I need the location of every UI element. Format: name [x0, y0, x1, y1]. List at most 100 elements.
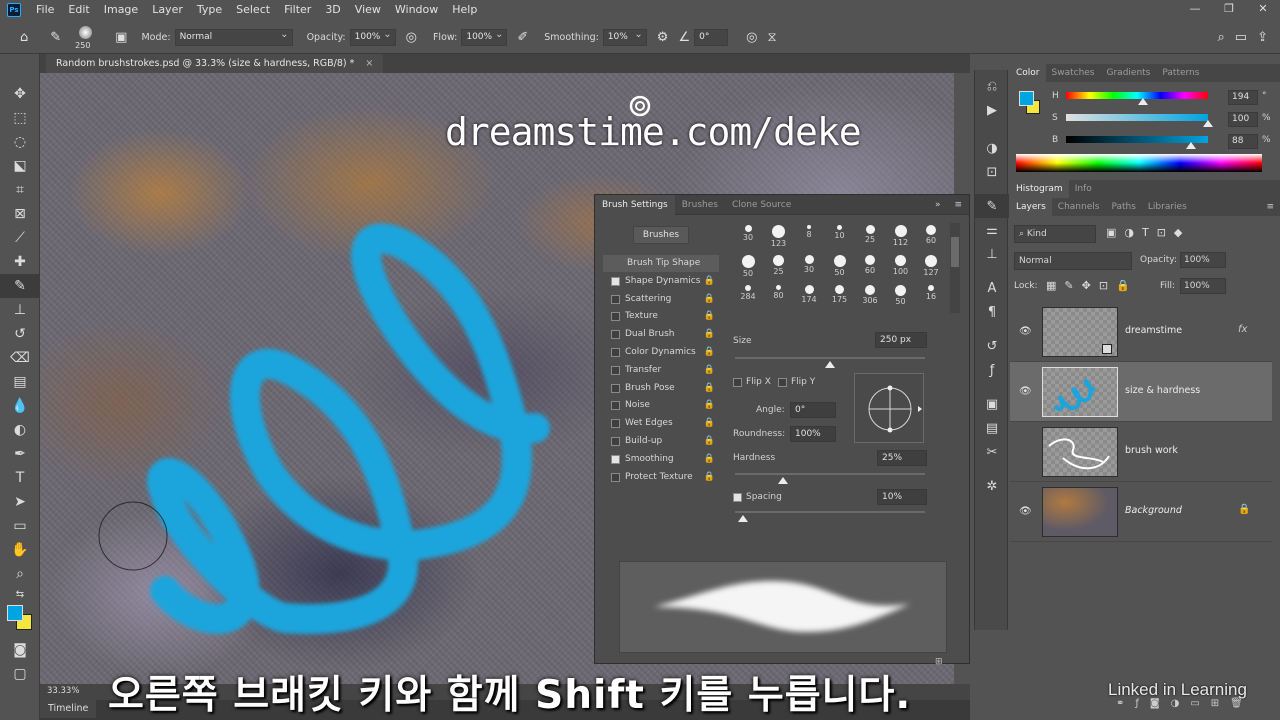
- brush-option-color-dynamics[interactable]: Color Dynamics 🔒: [603, 344, 719, 361]
- brush-preset[interactable]: 30: [794, 252, 824, 282]
- brush-preset[interactable]: 10: [825, 222, 855, 252]
- checkbox[interactable]: [611, 419, 620, 429]
- menu-layer[interactable]: Layer: [145, 0, 190, 20]
- lock-icon[interactable]: 🔒: [704, 308, 715, 325]
- lock-icon[interactable]: 🔒: [704, 469, 715, 486]
- panel-menu-icon[interactable]: ≡: [947, 195, 969, 215]
- brush-preset[interactable]: 306: [855, 282, 885, 312]
- foreground-color-swatch[interactable]: [7, 605, 23, 621]
- brush-preset[interactable]: 50: [825, 252, 855, 282]
- checkbox[interactable]: [611, 294, 620, 304]
- blend-mode-select[interactable]: Normal: [1014, 252, 1132, 270]
- screen-mode-icon[interactable]: ▢: [0, 662, 40, 686]
- workspace-icon[interactable]: ▭: [1235, 30, 1247, 45]
- tab-paths[interactable]: Paths: [1105, 198, 1141, 216]
- layers-menu-icon[interactable]: ≡: [1260, 198, 1280, 216]
- flip-x-checkbox[interactable]: [733, 378, 742, 387]
- quick-selection-tool-icon[interactable]: ⬕: [0, 154, 40, 178]
- history-panel-icon[interactable]: ↺: [975, 334, 1009, 358]
- checkbox[interactable]: [611, 312, 620, 322]
- search-icon[interactable]: ⌕: [1218, 30, 1225, 45]
- menu-image[interactable]: Image: [97, 0, 145, 20]
- menu-window[interactable]: Window: [388, 0, 445, 20]
- menu-filter[interactable]: Filter: [277, 0, 318, 20]
- brush-preset[interactable]: 284: [733, 282, 763, 312]
- brush-tool-icon[interactable]: ✎: [50, 30, 61, 45]
- mode-select[interactable]: Normal: [174, 27, 293, 46]
- menu-edit[interactable]: Edit: [61, 0, 96, 20]
- brush-preset[interactable]: 175: [825, 282, 855, 312]
- history-brush-tool-icon[interactable]: ↺: [0, 322, 40, 346]
- brush-preset[interactable]: 50: [733, 252, 763, 282]
- hardness-slider-handle[interactable]: [777, 477, 788, 484]
- healing-brush-tool-icon[interactable]: ✚: [0, 250, 40, 274]
- type-tool-icon[interactable]: T: [0, 466, 40, 490]
- color-slider-handle[interactable]: [1203, 120, 1213, 127]
- minimize-button[interactable]: —: [1178, 0, 1212, 20]
- blur-tool-icon[interactable]: 💧: [0, 394, 40, 418]
- panel-collapse-icon[interactable]: »: [928, 195, 948, 215]
- marquee-tool-icon[interactable]: ⬚: [0, 106, 40, 130]
- close-tab-icon[interactable]: ×: [365, 58, 373, 69]
- eye-icon[interactable]: 👁: [1019, 386, 1032, 397]
- brushes-button[interactable]: Brushes: [633, 226, 689, 244]
- tools-icon[interactable]: ✂: [975, 440, 1009, 464]
- angle-field[interactable]: 0°: [790, 402, 836, 418]
- tab-channels[interactable]: Channels: [1052, 198, 1106, 216]
- roundness-field[interactable]: 100%: [790, 426, 836, 442]
- checkbox[interactable]: [611, 276, 620, 286]
- home-icon[interactable]: ⌂: [20, 30, 28, 45]
- brush-presets-icon[interactable]: ⚌: [975, 218, 1009, 242]
- menu-file[interactable]: File: [29, 0, 61, 20]
- brush-option-noise[interactable]: Noise 🔒: [603, 397, 719, 414]
- gear-icon[interactable]: ⚙: [657, 30, 669, 45]
- menu-help[interactable]: Help: [445, 0, 484, 20]
- brush-option-build-up[interactable]: Build-up 🔒: [603, 433, 719, 450]
- hue-field[interactable]: 194: [1228, 90, 1258, 105]
- brush-preset[interactable]: 8: [794, 222, 824, 252]
- brush-preset[interactable]: 25: [855, 222, 885, 252]
- checkbox[interactable]: [611, 330, 620, 340]
- checkbox[interactable]: [611, 454, 620, 464]
- character-icon[interactable]: A: [975, 276, 1009, 300]
- tab-histogram[interactable]: Histogram: [1010, 180, 1069, 198]
- swap-colors-icon[interactable]: ⇆: [0, 586, 40, 602]
- eye-icon[interactable]: 👁: [1019, 326, 1032, 337]
- layer-opacity-field[interactable]: 100%: [1180, 252, 1226, 268]
- crop-tool-icon[interactable]: ⌗: [0, 178, 40, 202]
- lasso-tool-icon[interactable]: ◌: [0, 130, 40, 154]
- menu-view[interactable]: View: [348, 0, 388, 20]
- checkbox[interactable]: [611, 365, 620, 375]
- menu-3d[interactable]: 3D: [318, 0, 347, 20]
- saturation-slider[interactable]: [1066, 114, 1208, 121]
- lock-icon[interactable]: 🔒: [704, 451, 715, 468]
- zoom-level[interactable]: 33.33%: [47, 686, 79, 696]
- smoothing-field[interactable]: 10%: [602, 27, 647, 46]
- lock-icon[interactable]: 🔒: [704, 291, 715, 308]
- lock-icon[interactable]: 🔒: [704, 326, 715, 343]
- tab-libraries[interactable]: Libraries: [1142, 198, 1193, 216]
- brush-preset[interactable]: 80: [764, 282, 794, 312]
- actions-icon[interactable]: ▶: [975, 98, 1009, 122]
- new-brush-icon[interactable]: ⊞: [935, 657, 943, 667]
- path-selection-tool-icon[interactable]: ➤: [0, 490, 40, 514]
- flow-field[interactable]: 100%: [461, 27, 508, 46]
- checkbox[interactable]: [611, 348, 620, 357]
- brush-settings-icon[interactable]: ✎: [975, 194, 1009, 218]
- menu-type[interactable]: Type: [190, 0, 229, 20]
- lock-icon[interactable]: 🔒: [704, 380, 715, 397]
- gradient-tool-icon[interactable]: ▤: [0, 370, 40, 394]
- menu-select[interactable]: Select: [229, 0, 277, 20]
- pressure-opacity-icon[interactable]: ◎: [406, 30, 417, 45]
- layer-filter-icons[interactable]: ▣◑T⊡◆: [1106, 226, 1190, 239]
- document-tab[interactable]: Random brushstrokes.psd @ 33.3% (size & …: [46, 54, 384, 73]
- opacity-field[interactable]: 100%: [349, 27, 396, 46]
- layer-row-size-hardness[interactable]: 👁 size & hardness: [1010, 362, 1272, 422]
- brush-option-brush-tip-shape[interactable]: Brush Tip Shape: [603, 255, 719, 272]
- flip-y-checkbox[interactable]: [778, 378, 787, 387]
- lock-icon[interactable]: 🔒: [704, 362, 715, 379]
- size-slider-handle[interactable]: [825, 361, 835, 368]
- brush-option-smoothing[interactable]: Smoothing 🔒: [603, 451, 719, 468]
- fill-field[interactable]: 100%: [1180, 278, 1226, 294]
- checkbox[interactable]: [611, 472, 620, 482]
